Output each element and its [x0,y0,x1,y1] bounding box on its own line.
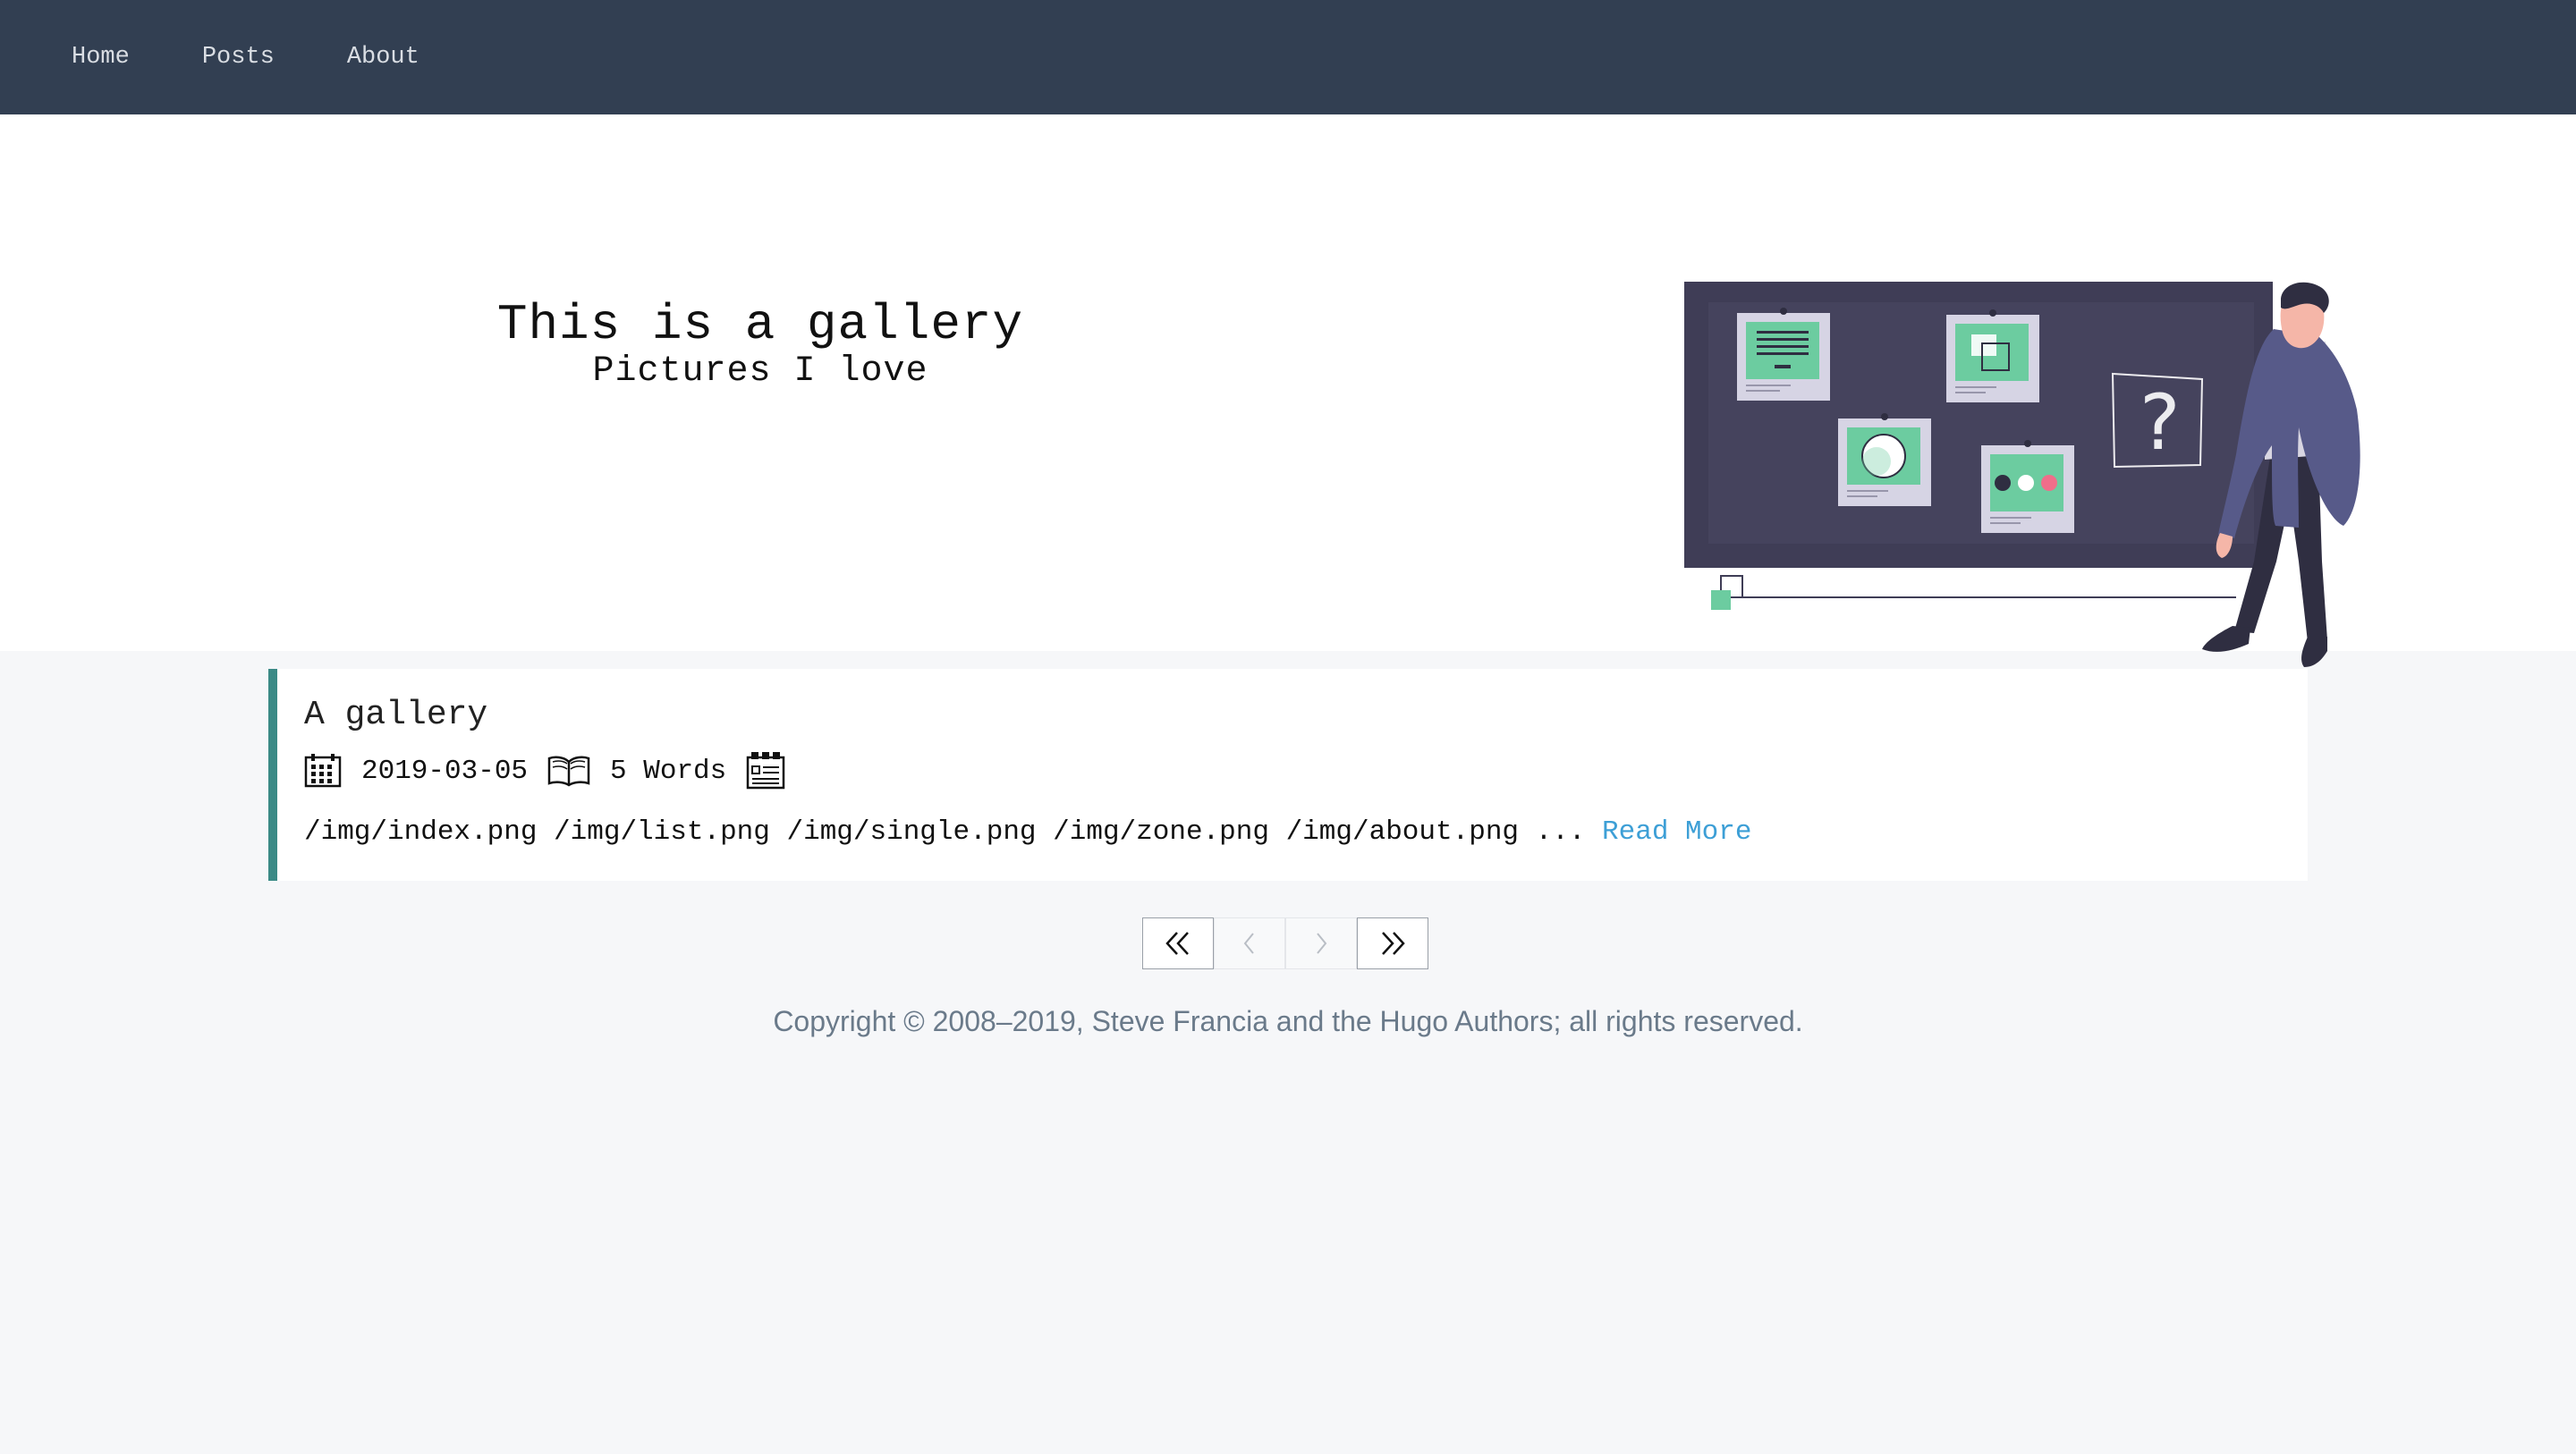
hero-subtitle: Pictures I love [592,351,928,392]
post-card: A gallery 2019-03-05 5 Words /img/index.… [268,669,2308,881]
read-more-link[interactable]: Read More [1602,816,1751,848]
last-page-button[interactable] [1357,917,1428,969]
post-excerpt: /img/index.png /img/list.png /img/single… [304,816,1751,848]
category-icon [747,752,785,790]
footer-copyright: Copyright © 2008–2019, Steve Francia and… [773,1005,1803,1037]
gallery-illustration: ? [1684,282,2360,667]
chevron-left-icon [1243,933,1254,954]
post-title[interactable]: A gallery [304,696,487,734]
double-chevron-left-icon [1165,932,1189,955]
nav-item-posts[interactable]: Posts [202,44,275,71]
svg-text:?: ? [2140,378,2181,468]
chevron-right-icon [1317,933,1327,954]
previous-page-button[interactable] [1214,917,1285,969]
post-word-count: 5 Words [610,755,727,787]
pagination [1142,917,1428,969]
hero-banner: This is a gallery Pictures I love ? [0,114,2576,667]
double-chevron-right-icon [1382,932,1405,955]
top-navbar: Home Posts About [0,0,2576,114]
book-icon [547,756,590,787]
post-date: 2019-03-05 [361,755,529,787]
post-meta: 2019-03-05 5 Words [304,752,785,790]
nav-item-about[interactable]: About [347,44,419,71]
post-excerpt-text: /img/index.png /img/list.png /img/single… [304,816,1603,848]
next-page-button[interactable] [1285,917,1357,969]
first-page-button[interactable] [1142,917,1214,969]
nav-item-home[interactable]: Home [72,44,130,71]
hero-title: This is a gallery [496,296,1024,353]
calendar-icon [304,754,342,788]
